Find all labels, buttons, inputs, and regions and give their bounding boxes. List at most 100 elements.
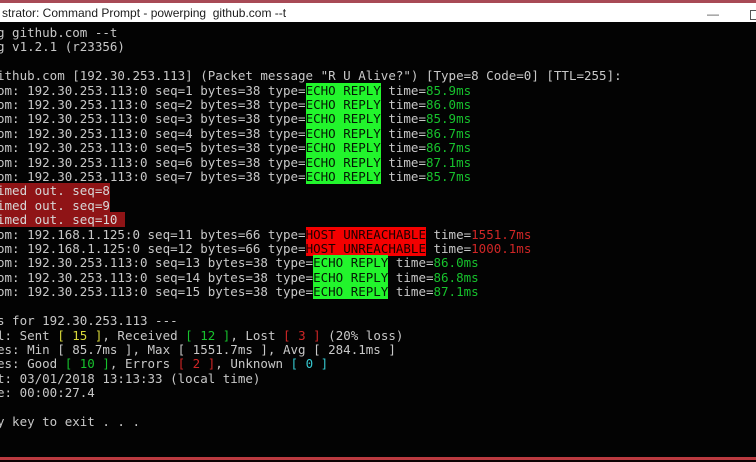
console-text-segment: time= <box>380 154 426 170</box>
console-text-segment: 86.7ms <box>425 140 472 156</box>
console-text-segment: ECHO REPLY <box>305 82 381 98</box>
console-text-segment: 85.7ms <box>425 169 472 185</box>
console-text-segment: , Errors <box>109 356 178 372</box>
minimize-button[interactable]: — <box>700 7 726 21</box>
console-text-segment: 85.9ms <box>425 82 472 98</box>
console-text-segment: om: 192.30.253.113:0 seq=14 bytes=38 typ… <box>0 269 314 285</box>
console-text-segment: 86.0ms <box>433 255 479 271</box>
console-text-segment: ECHO REPLY <box>313 255 389 271</box>
console-text-segment: time= <box>380 111 426 127</box>
console-text-segment: ithub.com [192.30.253.113] (Packet messa… <box>0 68 622 84</box>
console-text-segment: HOST UNREACHABLE <box>305 241 426 257</box>
console-line: ithub.com [192.30.253.113] (Packet messa… <box>0 69 756 83</box>
console-text-segment: om: 192.168.1.125:0 seq=11 bytes=66 type… <box>0 226 306 242</box>
command-prompt-window: strator: Command Prompt - powerping gith… <box>0 0 756 462</box>
console-text-segment: , Lost <box>230 327 284 343</box>
console-text-segment: 1000.1ms <box>471 241 532 257</box>
console-text-segment: es: Min [ 85.7ms ], Max [ 1551.7ms ], Av… <box>0 341 396 357</box>
console-text-segment: imed out. seq=8 <box>0 183 110 199</box>
console-text-segment: om: 192.30.253.113:0 seq=2 bytes=38 type… <box>0 97 306 113</box>
console-text-segment: l: Sent <box>0 327 58 343</box>
console-text-segment: time= <box>380 82 426 98</box>
console-text-segment: time= <box>380 97 426 113</box>
console-line: imed out. seq=9 <box>0 197 756 213</box>
console-text-segment: om: 192.30.253.113:0 seq=7 bytes=38 type… <box>0 169 306 185</box>
console-text-segment: imed out. seq=9 <box>0 197 110 213</box>
console-line: l: Sent [ 15 ], Received [ 12 ], Lost [ … <box>0 327 756 343</box>
console-text-segment: y key to exit . . . <box>0 413 140 429</box>
console-text-segment: ECHO REPLY <box>313 269 389 285</box>
console-text-segment: (20% loss) <box>320 327 404 343</box>
console-text-segment: time= <box>425 226 472 242</box>
console-text-segment: om: 192.30.253.113:0 seq=6 bytes=38 type… <box>0 154 306 170</box>
console-line: om: 192.30.253.113:0 seq=4 bytes=38 type… <box>0 125 756 141</box>
console-text-segment: om: 192.30.253.113:0 seq=4 bytes=38 type… <box>0 125 306 141</box>
console-text-segment: time= <box>388 284 434 300</box>
console-text-segment: s for 192.30.253.113 --- <box>0 313 178 329</box>
console-line: t: 03/01/2018 13:13:33 (local time) <box>0 370 756 386</box>
console-output[interactable]: g github.com --t g v1.2.1 (r23356) ithub.c… <box>0 22 756 457</box>
console-text-segment: [ 2 ] <box>177 356 216 372</box>
window-title: strator: Command Prompt - powerping gith… <box>2 5 287 20</box>
console-text-segment: ECHO REPLY <box>305 169 381 185</box>
console-text-segment: 86.8ms <box>433 269 479 285</box>
console-text-segment: [ 10 ] <box>64 356 110 372</box>
console-text-segment: time= <box>380 125 426 141</box>
console-text-segment: 87.1ms <box>433 284 479 300</box>
console-text-segment: [ 3 ] <box>283 327 321 343</box>
console-text-segment: t: 03/01/2018 13:13:33 (local time) <box>0 370 261 386</box>
console-text-segment: HOST UNREACHABLE <box>305 226 426 242</box>
console-text-segment: , Unknown <box>215 356 291 372</box>
console-line: s for 192.30.253.113 --- <box>0 313 756 329</box>
console-text-segment: ECHO REPLY <box>305 97 381 113</box>
console-text-segment: es: Good <box>0 356 65 372</box>
console-text-segment: 86.7ms <box>425 125 472 141</box>
console-text-segment: om: 192.30.253.113:0 seq=1 bytes=38 type… <box>0 82 306 98</box>
console-text-segment: om: 192.30.253.113:0 seq=5 bytes=38 type… <box>0 140 306 156</box>
console-text-segment: [ 12 ] <box>185 327 231 343</box>
console-line: e: 00:00:27.4 <box>0 385 756 401</box>
console-text-segment: ECHO REPLY <box>305 154 381 170</box>
console-line: om: 192.30.253.113:0 seq=1 bytes=38 type… <box>0 82 756 98</box>
console-text-segment: g github.com --t <box>0 25 118 40</box>
console-line: om: 192.30.253.113:0 seq=7 bytes=38 type… <box>0 169 756 185</box>
minimize-icon: — <box>707 7 719 21</box>
console-line: g github.com --t <box>0 25 756 40</box>
console-line: g v1.2.1 (r23356) <box>0 40 756 54</box>
console-text-segment: ECHO REPLY <box>305 125 381 141</box>
console-line: imed out. seq=10 <box>0 212 756 228</box>
console-text-segment: imed out. seq=10 <box>0 212 125 228</box>
console-line: om: 192.30.253.113:0 seq=6 bytes=38 type… <box>0 154 756 170</box>
console-text-segment: 86.0ms <box>425 97 472 113</box>
console-line: om: 192.30.253.113:0 seq=15 bytes=38 typ… <box>0 284 756 300</box>
console-text-segment: time= <box>380 169 426 185</box>
console-text-segment: om: 192.30.253.113:0 seq=15 bytes=38 typ… <box>0 284 314 300</box>
console-line: es: Min [ 85.7ms ], Max [ 1551.7ms ], Av… <box>0 341 756 357</box>
console-line: om: 192.168.1.125:0 seq=11 bytes=66 type… <box>0 226 756 242</box>
console-line: es: Good [ 10 ], Errors [ 2 ], Unknown [… <box>0 357 756 371</box>
console-line: imed out. seq=8 <box>0 183 756 199</box>
console-text-segment: om: 192.30.253.113:0 seq=13 bytes=38 typ… <box>0 255 314 271</box>
console-text-segment: ECHO REPLY <box>305 140 381 156</box>
console-line: om: 192.30.253.113:0 seq=2 bytes=38 type… <box>0 97 756 113</box>
console-text-segment: time= <box>388 269 434 285</box>
console-text-segment: [ 0 ] <box>290 356 329 372</box>
title-bar[interactable]: strator: Command Prompt - powerping gith… <box>0 3 756 22</box>
console-text-segment: e: 00:00:27.4 <box>0 385 95 401</box>
console-text-segment: ECHO REPLY <box>305 111 381 127</box>
console-text-segment: 85.9ms <box>425 111 472 127</box>
console-text-segment: [ 15 ] <box>57 327 103 343</box>
console-text-segment: 87.1ms <box>425 154 472 170</box>
maximize-icon[interactable] <box>750 10 756 20</box>
console-text-segment: , Received <box>102 327 186 343</box>
console-text-segment: ECHO REPLY <box>313 284 389 300</box>
console-text-segment: time= <box>380 140 426 156</box>
console-text-segment: om: 192.168.1.125:0 seq=12 bytes=66 type… <box>0 241 306 257</box>
console-text-segment: g v1.2.1 (r23356) <box>0 39 125 55</box>
console-text-segment: om: 192.30.253.113:0 seq=3 bytes=38 type… <box>0 111 306 127</box>
console-text-segment: time= <box>425 241 472 257</box>
console-line: om: 192.30.253.113:0 seq=5 bytes=38 type… <box>0 140 756 156</box>
